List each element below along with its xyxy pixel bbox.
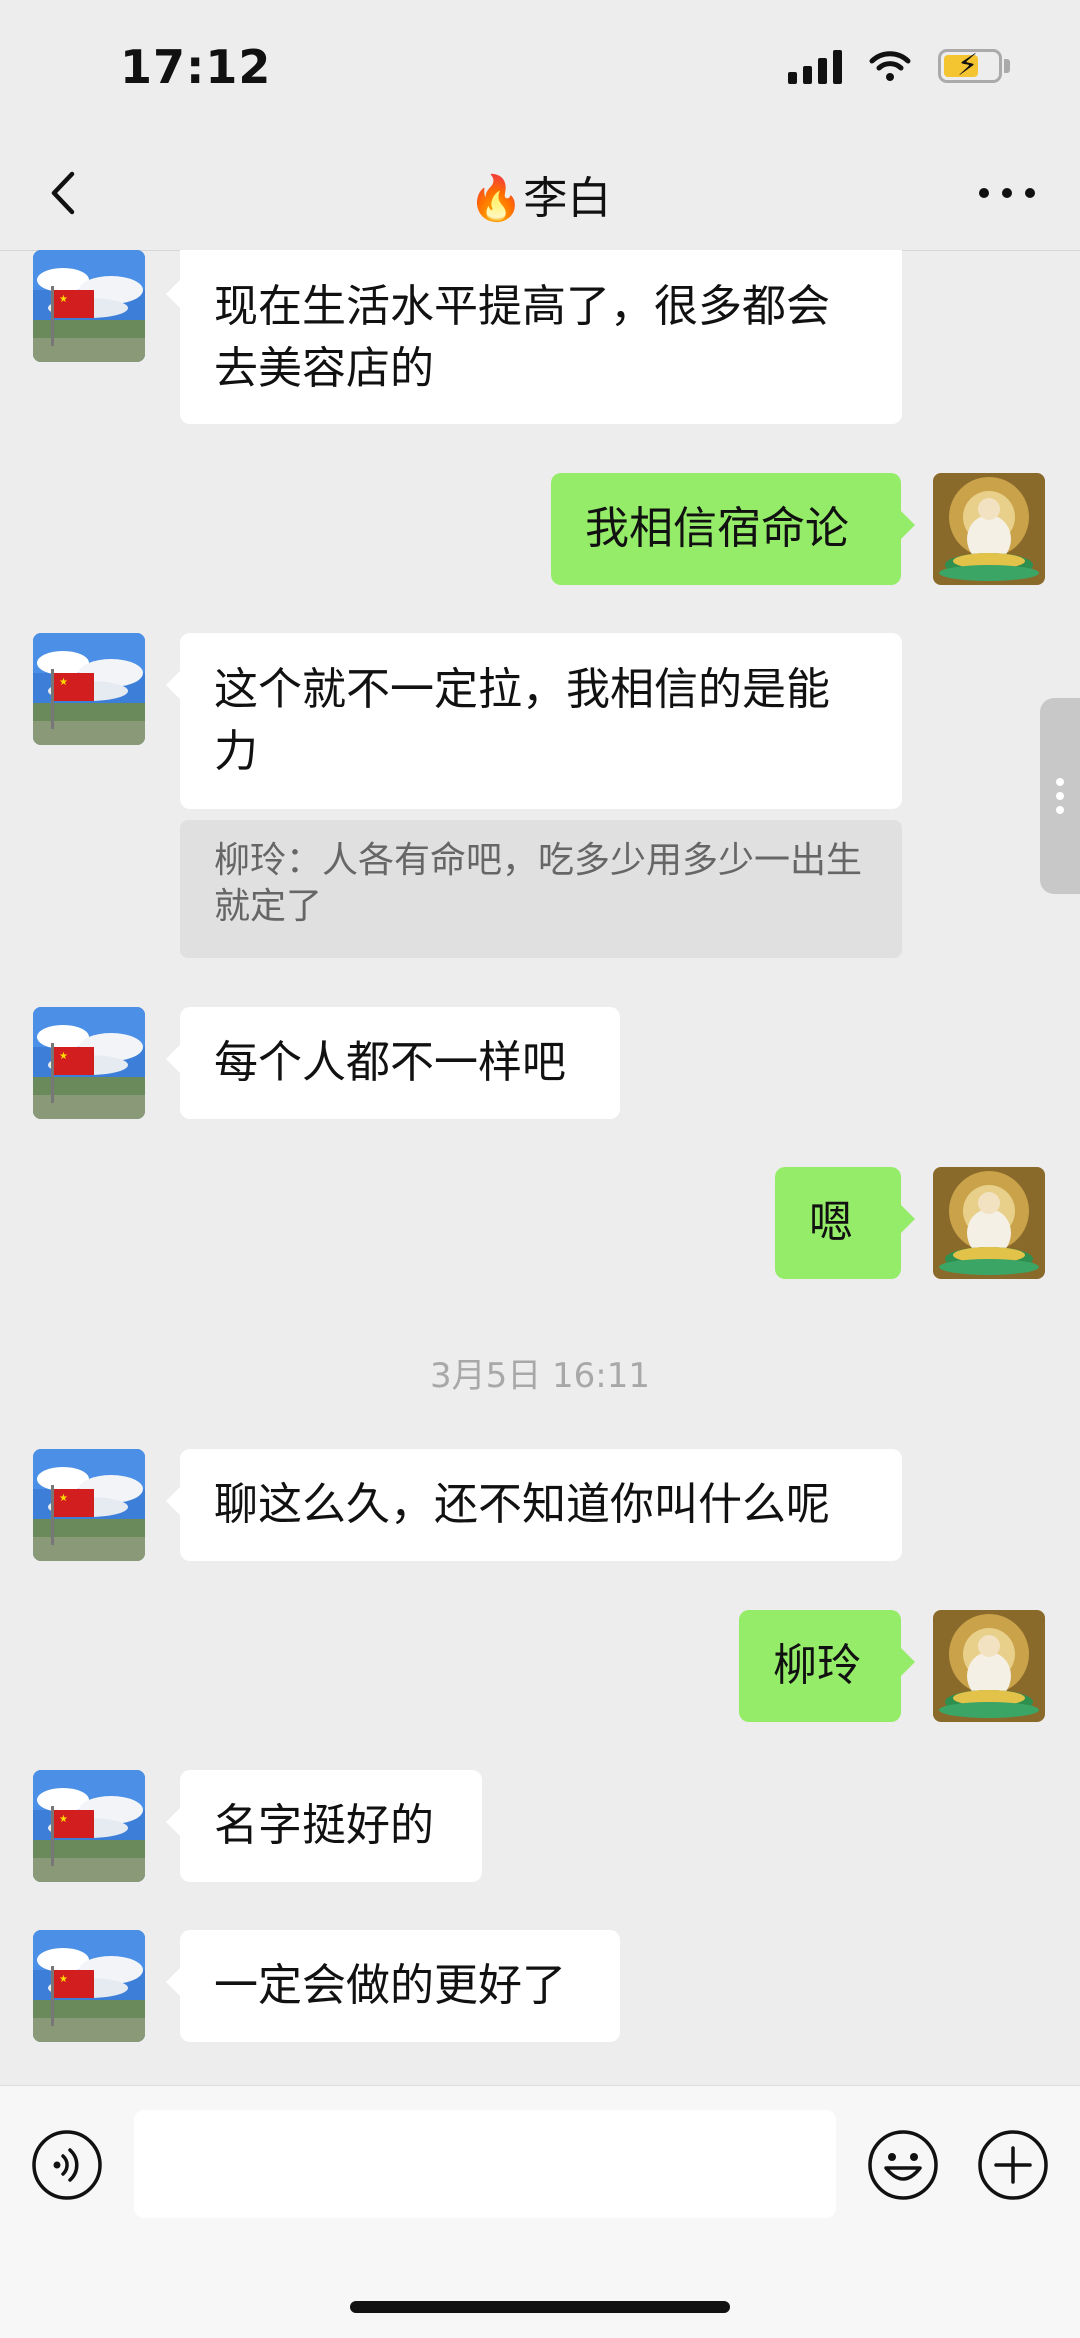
message-bubble[interactable]: 柳玲 — [739, 1610, 915, 1722]
home-indicator — [350, 2301, 730, 2313]
message-text: 每个人都不一样吧 — [214, 1037, 566, 1088]
contact-avatar[interactable] — [33, 1930, 145, 2042]
message-text: 这个就不一定拉，我相信的是能力 — [214, 664, 830, 777]
chat-title: 🔥李白 — [468, 173, 612, 224]
chat-area[interactable]: 现在生活水平提高了，很多都会去美容店的 我相信宿命论 这个就不一定拉，我相信的是… — [0, 250, 1080, 2085]
message-text: 嗯 — [809, 1197, 853, 1248]
battery-icon: ⚡ — [938, 48, 1002, 83]
message-text: 一定会做的更好了 — [214, 1960, 566, 2011]
message-text: 名字挺好的 — [214, 1800, 434, 1851]
my-avatar[interactable] — [933, 1167, 1045, 1279]
emoji-icon[interactable] — [866, 2128, 940, 2202]
message-bubble[interactable]: 一定会做的更好了 — [166, 1930, 620, 2042]
message-bubble[interactable]: 每个人都不一样吧 — [166, 1007, 620, 1119]
quoted-text: 柳玲：人各有命吧，吃多少用多少一出生就定了 — [214, 840, 863, 927]
side-drag-handle[interactable] — [1040, 698, 1080, 894]
plus-icon[interactable] — [976, 2128, 1050, 2202]
contact-avatar[interactable] — [33, 633, 145, 745]
more-icon[interactable] — [972, 168, 1042, 218]
my-avatar[interactable] — [933, 473, 1045, 585]
message-input[interactable] — [134, 2110, 836, 2218]
message-bubble[interactable]: 名字挺好的 — [166, 1770, 482, 1882]
voice-icon[interactable] — [30, 2128, 104, 2202]
contact-avatar[interactable] — [33, 1770, 145, 1882]
status-icons: ⚡ — [788, 48, 1010, 84]
message-text: 现在生活水平提高了，很多都会去美容店的 — [214, 281, 830, 394]
message-text: 我相信宿命论 — [585, 503, 849, 554]
nav-bar: 🔥李白 — [0, 140, 1080, 251]
contact-avatar[interactable] — [33, 1449, 145, 1561]
message-bubble[interactable]: 现在生活水平提高了，很多都会去美容店的 — [166, 250, 902, 424]
signal-icon — [788, 48, 842, 84]
contact-avatar[interactable] — [33, 250, 145, 362]
contact-avatar[interactable] — [33, 1007, 145, 1119]
message-text: 柳玲 — [773, 1640, 861, 1691]
message-text: 聊这么久，还不知道你叫什么呢 — [214, 1479, 830, 1530]
wifi-icon — [869, 51, 911, 81]
message-bubble[interactable]: 嗯 — [775, 1167, 915, 1279]
status-time: 17:12 — [120, 40, 272, 94]
quoted-message[interactable]: 柳玲：人各有命吧，吃多少用多少一出生就定了 — [180, 820, 902, 958]
message-bubble[interactable]: 我相信宿命论 — [551, 473, 915, 585]
my-avatar[interactable] — [933, 1610, 1045, 1722]
message-timestamp: 3月5日 16:11 — [429, 1356, 651, 1396]
message-bubble[interactable]: 这个就不一定拉，我相信的是能力 — [166, 633, 902, 809]
status-bar: 17:12 ⚡ — [0, 0, 1080, 140]
message-bubble[interactable]: 聊这么久，还不知道你叫什么呢 — [166, 1449, 902, 1561]
input-bar — [0, 2085, 1080, 2338]
